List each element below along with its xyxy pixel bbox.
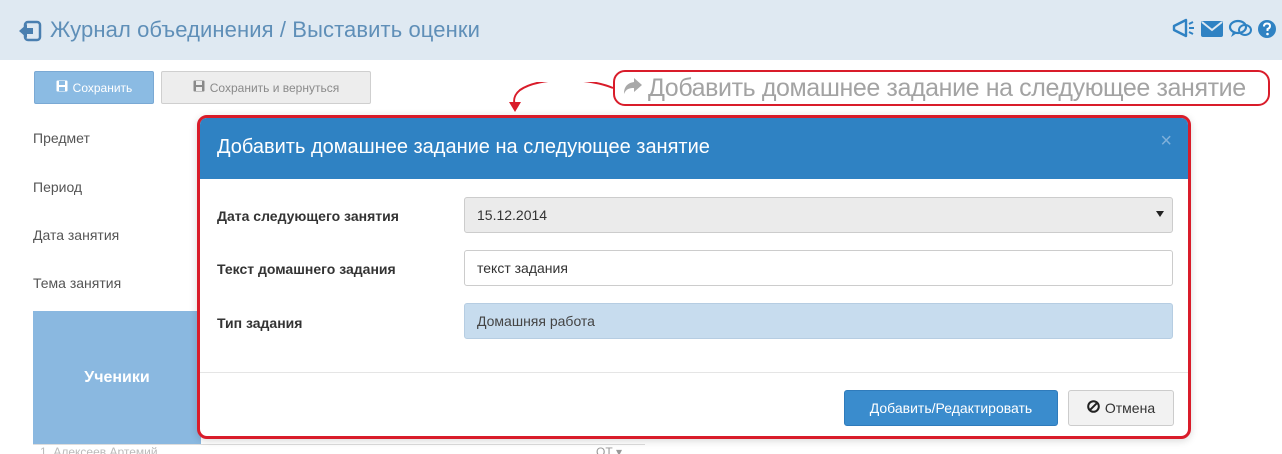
save-icon [193, 80, 205, 95]
save-and-return-button[interactable]: Сохранить и вернуться [161, 71, 371, 104]
header-icons [1172, 18, 1276, 40]
task-type-value: Домашняя работа [477, 313, 595, 329]
add-edit-button-label: Добавить/Редактировать [869, 400, 1033, 416]
students-header-label: Ученики [84, 368, 150, 386]
app-header: Журнал объединения / Выставить оценки [0, 0, 1282, 60]
envelope-icon[interactable] [1200, 19, 1224, 39]
save-icon [56, 80, 68, 95]
task-type-row: Тип задания [217, 315, 465, 331]
task-type-field: Домашняя работа [464, 303, 1173, 339]
save-and-return-label: Сохранить и вернуться [209, 80, 340, 95]
subject-label: Предмет [33, 130, 90, 146]
callout-text: Добавить домашнее задание на следующее з… [648, 73, 1246, 102]
megaphone-icon[interactable] [1172, 18, 1196, 40]
back-icon[interactable] [16, 17, 44, 45]
next-date-value: 15.12.2014 [477, 207, 548, 223]
page-title: Журнал объединения / Выставить оценки [50, 17, 480, 42]
ban-icon [1087, 400, 1100, 416]
share-arrow-icon [623, 77, 643, 100]
lesson-topic-label: Тема занятия [33, 275, 122, 291]
modal-title: Добавить домашнее задание на следующее з… [217, 136, 710, 158]
homework-text-row: Текст домашнего задания [217, 261, 465, 277]
next-date-select[interactable]: 15.12.2014 [464, 197, 1173, 233]
homework-text-label: Текст домашнего задания [217, 261, 396, 277]
chat-icon[interactable] [1228, 18, 1254, 40]
add-homework-modal: Добавить домашнее задание на следующее з… [197, 115, 1191, 439]
chevron-down-icon [1156, 211, 1164, 217]
cancel-button[interactable]: Отмена [1068, 390, 1174, 426]
grade-select[interactable]: ОТ ▾ [596, 445, 622, 454]
save-button-label: Сохранить [72, 80, 133, 95]
lesson-date-label: Дата занятия [33, 227, 120, 243]
period-label: Период [33, 179, 83, 195]
modal-divider [200, 372, 1188, 373]
next-date-label: Дата следующего занятия [217, 208, 399, 224]
close-icon[interactable]: × [1160, 131, 1172, 151]
help-icon[interactable] [1258, 19, 1276, 39]
students-column-header: Ученики [33, 311, 201, 444]
task-type-label: Тип задания [217, 315, 303, 331]
save-button[interactable]: Сохранить [34, 71, 154, 104]
grade-select-value: ОТ [596, 445, 613, 454]
modal-header: Добавить домашнее задание на следующее з… [200, 118, 1188, 179]
homework-text-value: текст задания [477, 260, 568, 276]
add-edit-button[interactable]: Добавить/Редактировать [844, 390, 1058, 426]
student-name: 1. Алексеев Артемий [40, 445, 158, 454]
next-date-row: Дата следующего занятия [217, 208, 465, 224]
callout-label[interactable]: Добавить домашнее задание на следующее з… [613, 70, 1270, 106]
homework-text-input[interactable]: текст задания [464, 250, 1173, 286]
cancel-button-label: Отмена [1104, 400, 1156, 416]
